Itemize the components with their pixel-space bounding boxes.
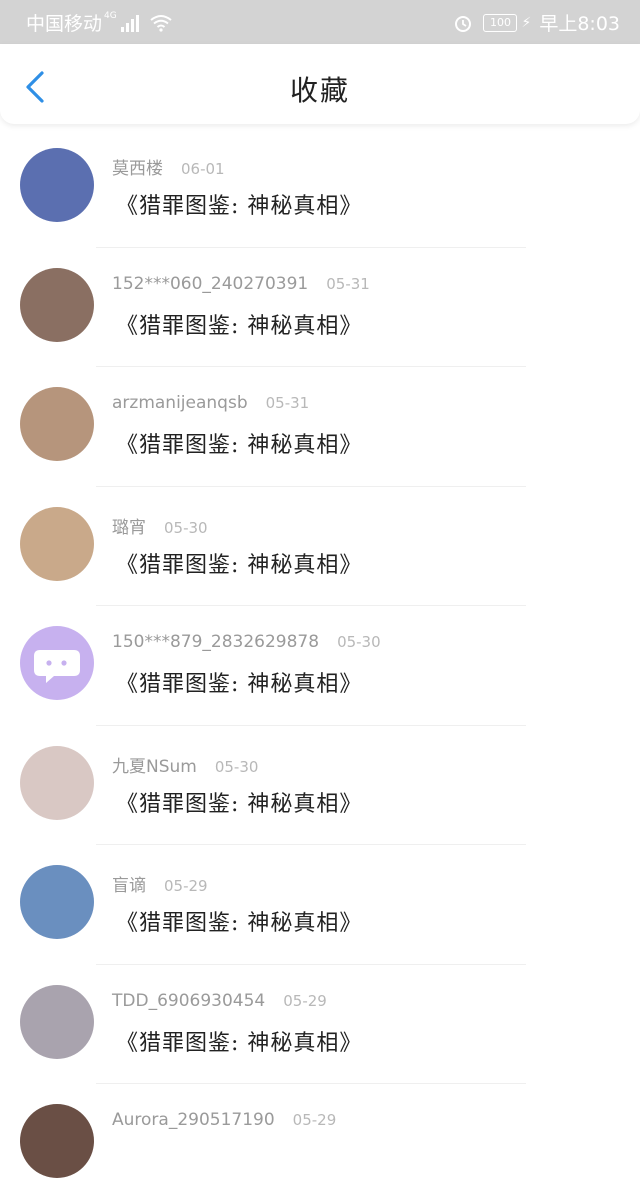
- item-meta: Aurora_290517190 05-29: [112, 1110, 336, 1130]
- item-meta: 九夏NSum 05-30: [112, 752, 258, 777]
- list-item[interactable]: arzmanijeanqsb 05-31 《猎罪图鉴: 神秘真相》: [0, 367, 640, 487]
- avatar[interactable]: [20, 865, 94, 939]
- item-subject[interactable]: 《猎罪图鉴: 神秘真相》: [116, 427, 362, 459]
- item-subject[interactable]: 《猎罪图鉴: 神秘真相》: [116, 666, 362, 698]
- item-date: 05-29: [283, 991, 327, 1010]
- item-date: 05-29: [292, 1111, 337, 1129]
- status-bar: 中国移动 4G 100 ⚡ 早上8:03: [0, 0, 640, 44]
- list-item[interactable]: 152***060_240270391 05-31 《猎罪图鉴: 神秘真相》: [0, 248, 640, 367]
- item-meta: 150***879_2832629878 05-30: [112, 632, 381, 652]
- item-date: 05-30: [214, 757, 259, 776]
- avatar[interactable]: [20, 626, 94, 700]
- battery-icon: 100: [483, 13, 518, 32]
- avatar[interactable]: [20, 387, 94, 461]
- avatar[interactable]: [20, 745, 94, 820]
- item-meta: 盲谪 05-29: [112, 871, 208, 896]
- item-subject[interactable]: 《猎罪图鉴: 神秘真相》: [116, 905, 362, 937]
- list-item[interactable]: Aurora_290517190 05-29: [0, 1084, 640, 1204]
- item-meta: 璐宵 05-30: [112, 513, 208, 538]
- status-left: 中国移动 4G: [26, 9, 173, 36]
- clock: 早上8:03: [539, 13, 620, 35]
- item-subject[interactable]: 《猎罪图鉴: 神秘真相》: [116, 188, 362, 220]
- list-item[interactable]: 盲谪 05-29 《猎罪图鉴: 神秘真相》: [0, 845, 640, 965]
- user-name[interactable]: 莫西楼: [112, 159, 163, 179]
- item-meta: arzmanijeanqsb 05-31: [112, 393, 309, 413]
- favorites-list: 莫西楼 06-01 《猎罪图鉴: 神秘真相》 152***060_24027039…: [0, 128, 640, 1204]
- item-date: 05-31: [326, 274, 370, 293]
- user-name[interactable]: Aurora_290517190: [112, 1110, 275, 1130]
- user-name[interactable]: 152***060_240270391: [112, 274, 308, 294]
- list-item[interactable]: 九夏NSum 05-30 《猎罪图鉴: 神秘真相》: [0, 726, 640, 845]
- item-meta: 莫西楼 06-01: [112, 154, 225, 179]
- user-name[interactable]: arzmanijeanqsb: [112, 393, 248, 413]
- item-date: 05-30: [337, 633, 381, 651]
- item-subject[interactable]: 《猎罪图鉴: 神秘真相》: [116, 1025, 362, 1057]
- header: 收藏: [0, 44, 640, 124]
- user-name[interactable]: 璐宵: [112, 518, 146, 538]
- signal-icon: [120, 14, 139, 32]
- chat-bubble-icon: [34, 650, 80, 683]
- list-item[interactable]: 璐宵 05-30 《猎罪图鉴: 神秘真相》: [0, 487, 640, 606]
- item-subject[interactable]: 《猎罪图鉴: 神秘真相》: [116, 786, 362, 818]
- list-item[interactable]: TDD_6906930454 05-29 《猎罪图鉴: 神秘真相》: [0, 965, 640, 1084]
- item-date: 05-31: [265, 394, 310, 412]
- page-title: 收藏: [289, 74, 350, 107]
- user-name[interactable]: TDD_6906930454: [112, 991, 265, 1011]
- list-item[interactable]: 莫西楼 06-01 《猎罪图鉴: 神秘真相》: [0, 128, 640, 248]
- user-name[interactable]: 盲谪: [112, 876, 146, 896]
- item-date: 06-01: [181, 160, 225, 178]
- avatar[interactable]: [20, 984, 94, 1059]
- wifi-icon: [150, 14, 172, 32]
- list-item[interactable]: 150***879_2832629878 05-30 《猎罪图鉴: 神秘真相》: [0, 606, 640, 726]
- item-date: 05-30: [164, 518, 208, 537]
- avatar[interactable]: [20, 148, 94, 222]
- item-date: 05-29: [164, 877, 208, 895]
- network-type: 4G: [104, 10, 117, 21]
- item-meta: 152***060_240270391 05-31: [112, 274, 370, 294]
- alarm-icon: [455, 15, 472, 32]
- user-name[interactable]: 150***879_2832629878: [112, 632, 319, 652]
- avatar[interactable]: [20, 267, 94, 342]
- item-subject[interactable]: 《猎罪图鉴: 神秘真相》: [116, 308, 362, 340]
- status-right: 100 ⚡ 早上8:03: [453, 9, 620, 36]
- avatar[interactable]: [20, 1104, 94, 1178]
- avatar[interactable]: [20, 506, 94, 581]
- item-subject[interactable]: 《猎罪图鉴: 神秘真相》: [116, 547, 362, 579]
- carrier-label: 中国移动: [26, 13, 103, 35]
- charging-icon: ⚡: [521, 14, 532, 31]
- item-meta: TDD_6906930454 05-29: [112, 991, 327, 1011]
- user-name[interactable]: 九夏NSum: [112, 757, 197, 777]
